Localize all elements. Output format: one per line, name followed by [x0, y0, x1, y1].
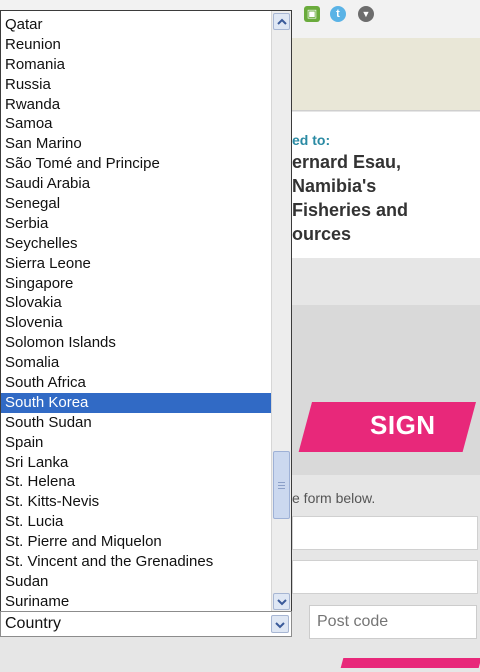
country-option[interactable]: Suriname — [1, 592, 271, 611]
header-band — [292, 38, 480, 140]
form-instruction: e form below. — [292, 490, 376, 506]
country-option[interactable]: Senegal — [1, 194, 271, 214]
country-option[interactable]: Singapore — [1, 274, 271, 294]
country-option[interactable]: Seychelles — [1, 234, 271, 254]
scroll-up-button[interactable] — [273, 13, 290, 30]
post-code-input[interactable] — [309, 605, 477, 639]
country-option[interactable]: Sudan — [1, 572, 271, 592]
country-option[interactable]: Spain — [1, 433, 271, 453]
country-select-value: Country — [5, 615, 62, 632]
country-option[interactable]: San Marino — [1, 134, 271, 154]
country-dropdown-list[interactable]: Qatar Reunion Romania Russia Rwanda Samoa San … — [0, 10, 292, 612]
country-option[interactable]: Saudi Arabia — [1, 174, 271, 194]
share-icon[interactable]: ▼ — [358, 6, 374, 22]
text-field[interactable] — [292, 560, 478, 594]
country-option[interactable]: South Africa — [1, 373, 271, 393]
country-option[interactable]: Samoa — [1, 114, 271, 134]
scrollbar[interactable] — [271, 11, 291, 611]
scroll-down-button[interactable] — [273, 593, 290, 610]
petition-headline: ernard Esau, Namibia's Fisheries and our… — [292, 152, 409, 244]
country-option[interactable]: Sierra Leone — [1, 254, 271, 274]
country-option[interactable]: Qatar — [1, 15, 271, 35]
country-option[interactable]: Rwanda — [1, 95, 271, 115]
country-option[interactable]: South Korea — [1, 392, 271, 413]
country-option[interactable]: St. Lucia — [1, 512, 271, 532]
country-option[interactable]: Romania — [1, 55, 271, 75]
country-option[interactable]: Sri Lanka — [1, 453, 271, 473]
country-option[interactable]: Slovenia — [1, 313, 271, 333]
dedication-card: ed to: ernard Esau, Namibia's Fisheries … — [292, 112, 480, 258]
country-option[interactable]: St. Helena — [1, 472, 271, 492]
country-option[interactable]: South Sudan — [1, 413, 271, 433]
country-option[interactable]: St. Kitts-Nevis — [1, 492, 271, 512]
chevron-down-icon — [277, 599, 287, 606]
chevron-up-icon — [277, 18, 287, 25]
pink-button-edge[interactable] — [340, 658, 480, 668]
chevron-down-icon — [275, 622, 285, 629]
country-option[interactable]: Russia — [1, 75, 271, 95]
bookmark-green-icon[interactable]: ▣ — [304, 6, 320, 22]
text-field[interactable] — [292, 516, 478, 550]
country-select[interactable]: Country — [0, 611, 292, 637]
sign-button-label: SIGN — [370, 410, 436, 440]
select-dropdown-button[interactable] — [271, 615, 289, 633]
country-option[interactable]: St. Pierre and Miquelon — [1, 532, 271, 552]
country-option[interactable]: Somalia — [1, 353, 271, 373]
twitter-icon[interactable]: t — [330, 6, 346, 22]
scroll-thumb[interactable] — [273, 451, 290, 519]
country-option[interactable]: Reunion — [1, 35, 271, 55]
country-options: Qatar Reunion Romania Russia Rwanda Samoa San … — [1, 15, 271, 611]
dedicated-label: ed to: — [292, 132, 331, 148]
country-option[interactable]: São Tomé and Principe — [1, 154, 271, 174]
country-option[interactable]: Serbia — [1, 214, 271, 234]
country-option[interactable]: St. Vincent and the Grenadines — [1, 552, 271, 572]
country-option[interactable]: Slovakia — [1, 293, 271, 313]
country-option[interactable]: Solomon Islands — [1, 333, 271, 353]
